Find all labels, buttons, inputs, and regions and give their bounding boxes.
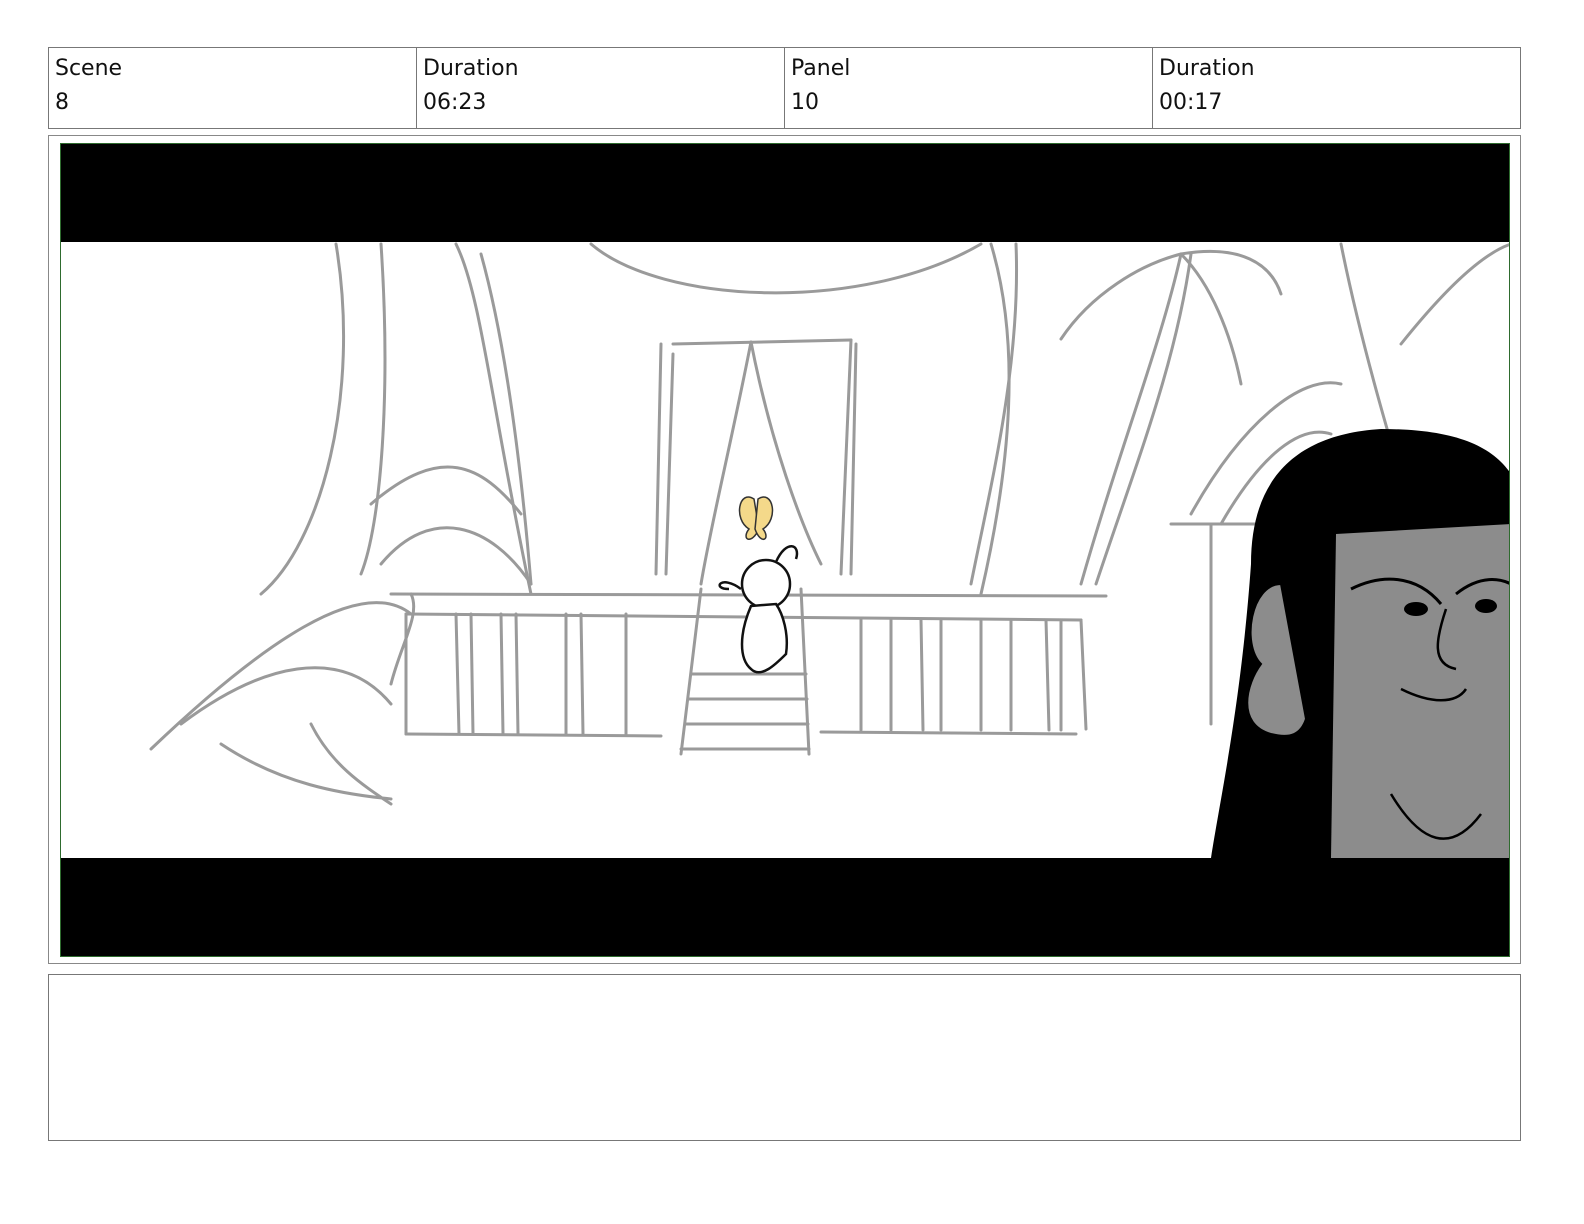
panel-duration-cell: Duration 00:17 (1153, 48, 1520, 128)
panel-duration-label: Duration (1159, 56, 1255, 81)
woman-character (1211, 429, 1509, 858)
storyboard-sketch (61, 144, 1509, 956)
scene-duration-cell: Duration 06:23 (417, 48, 785, 128)
scene-cell: Scene 8 (49, 48, 417, 128)
letterbox-top (61, 144, 1509, 242)
scene-value: 8 (55, 90, 69, 115)
letterbox-bottom (61, 858, 1509, 956)
scene-duration-label: Duration (423, 56, 519, 81)
storyboard-panel-image (60, 143, 1510, 957)
scene-duration-value: 06:23 (423, 90, 487, 115)
panel-cell: Panel 10 (785, 48, 1153, 128)
panel-notes-box (48, 974, 1521, 1141)
storyboard-panel-frame (48, 135, 1521, 964)
panel-info-header: Scene 8 Duration 06:23 Panel 10 Duration… (48, 47, 1521, 129)
panel-label: Panel (791, 56, 851, 81)
child-character (718, 545, 799, 674)
panel-value: 10 (791, 90, 819, 115)
panel-duration-value: 00:17 (1159, 90, 1223, 115)
scene-label: Scene (55, 56, 123, 81)
butterfly-icon (738, 496, 774, 540)
